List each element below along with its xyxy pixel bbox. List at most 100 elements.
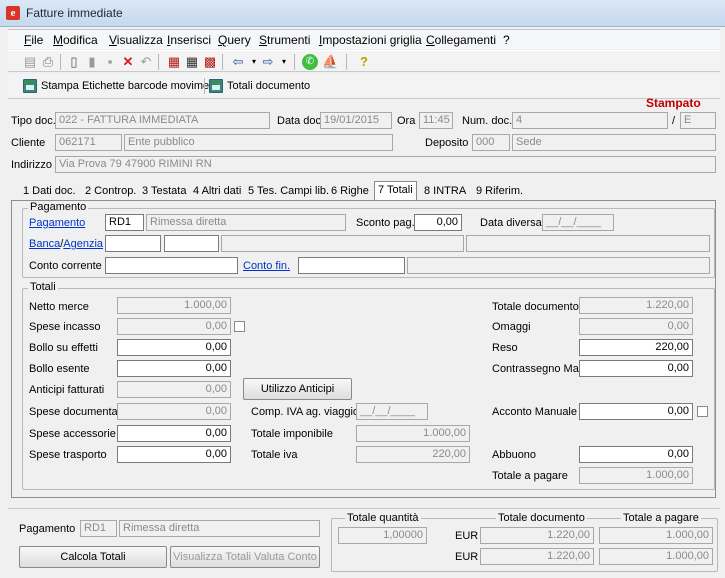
omaggi-field[interactable]: 0,00 <box>579 318 693 335</box>
bollo-effetti-field[interactable]: 0,00 <box>117 339 231 356</box>
banca-field[interactable] <box>105 235 161 252</box>
reso-field[interactable]: 220,00 <box>579 339 693 356</box>
tab-intra[interactable]: 8 INTRA <box>421 183 469 201</box>
spese-incasso-field[interactable]: 0,00 <box>117 318 231 335</box>
pagamento-link[interactable]: Pagamento <box>29 217 85 229</box>
conto-fin-desc-field[interactable] <box>407 257 710 274</box>
cliente-code-field[interactable]: 062171 <box>55 134 122 151</box>
deposito-code-field[interactable]: 000 <box>472 134 510 151</box>
totale-imponibile-field[interactable]: 1.000,00 <box>356 425 470 442</box>
title-bar[interactable]: e Fatture immediate <box>0 0 725 27</box>
utilizzo-anticipi-button[interactable]: Utilizzo Anticipi <box>243 378 352 400</box>
spese-incasso-checkbox[interactable] <box>234 321 245 332</box>
tab-righe[interactable]: 6 Righe <box>328 183 372 201</box>
totale-documento-field[interactable]: 1.220,00 <box>579 297 693 314</box>
print-icon[interactable]: ⎙ <box>40 54 56 70</box>
undo-icon[interactable]: ↶ <box>138 54 154 70</box>
comp-iva-date-field[interactable]: __/__/____ <box>356 403 428 420</box>
sconto-pag-field[interactable]: 0,00 <box>414 214 462 231</box>
menu-query[interactable]: Query <box>218 33 251 47</box>
phone-icon[interactable]: ✆ <box>302 54 318 70</box>
agenzia-link[interactable]: Agenzia <box>63 238 103 250</box>
footer-totale-documento-field[interactable]: 1.220,00 <box>480 527 594 544</box>
tab-altri-dati[interactable]: 4 Altri dati <box>190 183 244 201</box>
delete-icon[interactable]: ✕ <box>120 54 136 70</box>
anticipi-field[interactable]: 0,00 <box>117 381 231 398</box>
menu-modifica[interactable]: Modifica <box>53 33 98 47</box>
pagamento-code-field[interactable]: RD1 <box>105 214 144 231</box>
tipo-doc-field[interactable]: 022 - FATTURA IMMEDIATA <box>55 112 270 129</box>
data-diversa-label: Data diversa <box>480 217 542 229</box>
serie-field[interactable]: E <box>680 112 716 129</box>
num-doc-field[interactable]: 4 <box>512 112 668 129</box>
spese-documentate-field[interactable]: 0,00 <box>117 403 231 420</box>
ora-label: Ora <box>397 115 416 127</box>
banca-agenzia-label: Banca/Agenzia <box>29 238 104 250</box>
grid-filter-icon[interactable]: ▦ <box>166 54 182 70</box>
conto-corrente-field[interactable] <box>105 257 238 274</box>
menu-file[interactable]: File <box>24 33 43 47</box>
netto-merce-field[interactable]: 1.000,00 <box>117 297 231 314</box>
footer-totale-pagare-field[interactable]: 1.000,00 <box>599 527 713 544</box>
acconto-label: Acconto Manuale <box>492 406 577 418</box>
print-preview-icon[interactable]: ▤ <box>22 54 38 70</box>
action-toolbar: Stampa Etichette barcode movimenti Total… <box>8 74 720 99</box>
data-diversa-field[interactable]: __/__/____ <box>542 214 614 231</box>
spese-accessorie-field[interactable]: 0,00 <box>117 425 231 442</box>
totals-icon <box>209 79 223 93</box>
abbuono-field[interactable]: 0,00 <box>579 446 693 463</box>
bollo-esente-field[interactable]: 0,00 <box>117 360 231 377</box>
tab-riferim[interactable]: 9 Riferim. <box>473 183 526 201</box>
tab-tes-campi-lib[interactable]: 5 Tes. Campi lib. <box>245 183 332 201</box>
stampa-etichette-button[interactable]: Stampa Etichette barcode movimenti <box>20 76 224 96</box>
ora-field[interactable]: 11:45 <box>419 112 453 129</box>
help-icon[interactable]: ? <box>356 54 372 70</box>
main-toolbar: ▤ ⎙ ▯ ▮ ▪ ✕ ↶ ▦ ▦ ▩ ⇦ ▾ ⇨ ▾ ✆ ⛵ ? <box>8 50 720 72</box>
acconto-field[interactable]: 0,00 <box>579 403 693 420</box>
forward-dropdown-icon[interactable]: ▾ <box>276 54 292 70</box>
tab-dati-doc[interactable]: 1 Dati doc. <box>20 183 79 201</box>
tab-testata[interactable]: 3 Testata <box>139 183 189 201</box>
pagamento-desc-field[interactable]: Rimessa diretta <box>146 214 346 231</box>
footer-totale-documento-field-2[interactable]: 1.220,00 <box>480 548 594 565</box>
conto-fin-link[interactable]: Conto fin. <box>243 260 290 272</box>
back-arrow-icon[interactable]: ⇦ <box>230 54 246 70</box>
menu-strumenti[interactable]: Strumenti <box>259 33 310 47</box>
new-document-icon[interactable]: ▯ <box>66 54 82 70</box>
footer-totale-pagare-field-2[interactable]: 1.000,00 <box>599 548 713 565</box>
contrassegno-field[interactable]: 0,00 <box>579 360 693 377</box>
agenzia-desc-field[interactable] <box>466 235 710 252</box>
acconto-checkbox[interactable] <box>697 406 708 417</box>
forward-arrow-icon[interactable]: ⇨ <box>260 54 276 70</box>
totali-documento-button[interactable]: Totali documento <box>206 76 313 96</box>
footer-pagamento-desc[interactable]: Rimessa diretta <box>119 520 320 537</box>
banca-link[interactable]: Banca <box>29 238 60 250</box>
visualizza-totali-valuta-button[interactable]: Visualizza Totali Valuta Conto <box>170 546 320 568</box>
spese-incasso-label: Spese incasso <box>29 321 101 333</box>
tab-totali[interactable]: 7 Totali <box>374 181 417 202</box>
totale-quantita-field[interactable]: 1,00000 <box>338 527 427 544</box>
tab-controp[interactable]: 2 Controp. <box>82 183 139 201</box>
menu-impostazioni-griglia[interactable]: Impostazioni griglia <box>319 33 422 47</box>
boat-icon[interactable]: ⛵ <box>322 54 338 70</box>
spese-trasporto-field[interactable]: 0,00 <box>117 446 231 463</box>
totale-iva-field[interactable]: 220,00 <box>356 446 470 463</box>
data-doc-field[interactable]: 19/01/2015 <box>320 112 392 129</box>
save-icon[interactable]: ▪ <box>102 54 118 70</box>
banca-desc-field[interactable] <box>221 235 464 252</box>
menu-visualizza[interactable]: Visualizza <box>109 33 163 47</box>
agenzia-field[interactable] <box>164 235 219 252</box>
footer-pagamento-code[interactable]: RD1 <box>80 520 117 537</box>
menu-inserisci[interactable]: Inserisci <box>167 33 211 47</box>
conto-fin-field[interactable] <box>298 257 405 274</box>
menu-collegamenti[interactable]: Collegamenti <box>426 33 496 47</box>
calcola-totali-button[interactable]: Calcola Totali <box>19 546 167 568</box>
grid-remove-icon[interactable]: ▩ <box>202 54 218 70</box>
menu-help[interactable]: ? <box>503 33 510 47</box>
indirizzo-field[interactable]: Via Prova 79 47900 RIMINI RN <box>55 156 716 173</box>
copy-icon[interactable]: ▮ <box>84 54 100 70</box>
deposito-name-field[interactable]: Sede <box>512 134 716 151</box>
totale-pagare-field[interactable]: 1.000,00 <box>579 467 693 484</box>
grid-icon[interactable]: ▦ <box>184 54 200 70</box>
cliente-name-field[interactable]: Ente pubblico <box>124 134 393 151</box>
